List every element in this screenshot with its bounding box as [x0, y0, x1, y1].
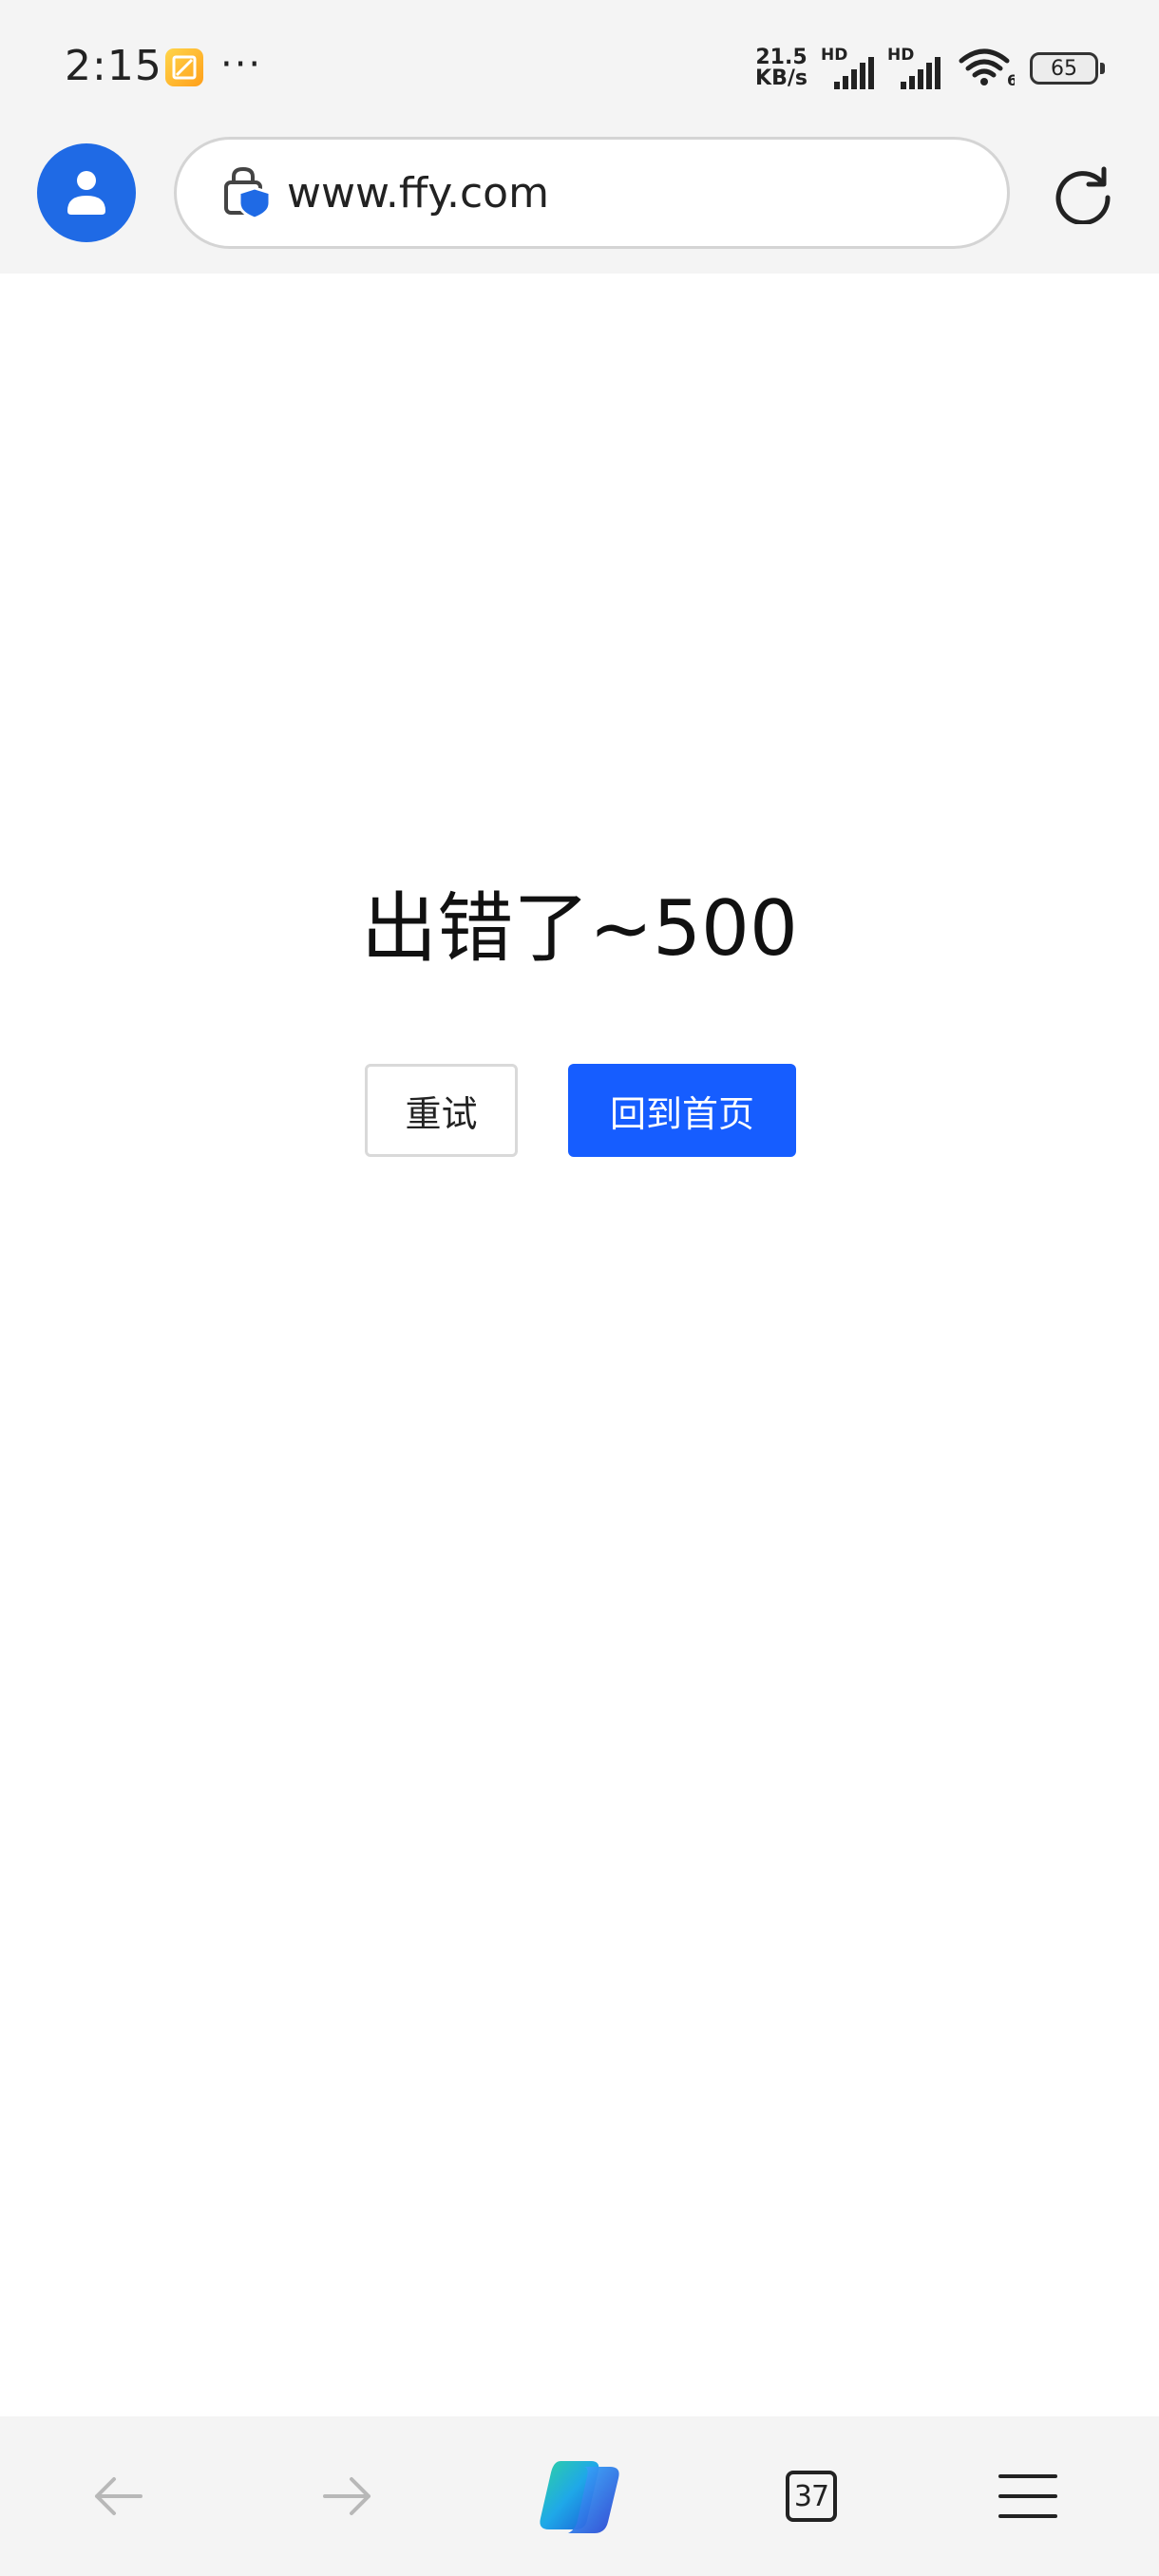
tab-count: 37 — [793, 2479, 829, 2513]
menu-button[interactable] — [978, 2416, 1077, 2576]
error-title: 出错了~500 — [361, 884, 798, 973]
tabs-count-icon: 37 — [786, 2471, 837, 2522]
browser-screen: 2:15 ··· 21.5 KB/s HD HD 6 65 www.ffy.co… — [0, 0, 1159, 2576]
battery-icon: 65 — [1030, 52, 1105, 85]
network-speed: 21.5 KB/s — [755, 47, 808, 89]
arrow-left-icon — [95, 2477, 142, 2515]
status-more-icon: ··· — [220, 43, 263, 86]
secure-lock-shield-icon — [224, 166, 272, 220]
back-to-home-button[interactable]: 回到首页 — [568, 1064, 796, 1157]
tabs-button[interactable]: 37 — [762, 2416, 861, 2576]
wifi-icon: 6 — [958, 46, 1017, 91]
signal-2-icon: HD — [887, 46, 942, 89]
page-content: 出错了~500 重试 回到首页 — [0, 274, 1159, 2416]
battery-level: 65 — [1051, 56, 1077, 81]
retry-button[interactable]: 重试 — [365, 1064, 518, 1157]
forward-button[interactable] — [298, 2416, 397, 2576]
hamburger-menu-icon — [998, 2474, 1057, 2518]
bottom-navigation: 37 — [0, 2416, 1159, 2576]
network-speed-unit: KB/s — [755, 66, 808, 90]
reload-icon — [1055, 166, 1111, 226]
back-button[interactable] — [68, 2416, 167, 2576]
url-text: www.ffy.com — [287, 168, 549, 218]
copilot-button[interactable] — [530, 2416, 629, 2576]
network-speed-value: 21.5 — [755, 46, 808, 69]
arrow-right-icon — [323, 2477, 370, 2515]
person-icon — [67, 171, 105, 215]
reload-button[interactable] — [1053, 163, 1113, 226]
copilot-icon — [540, 2461, 619, 2533]
address-bar: www.ffy.com — [0, 133, 1159, 274]
profile-avatar-button[interactable] — [37, 143, 136, 242]
signal-1-icon: HD — [821, 46, 876, 89]
url-field[interactable]: www.ffy.com — [174, 137, 1010, 249]
status-indicators: 21.5 KB/s HD HD 6 65 — [755, 40, 1105, 97]
status-bar: 2:15 ··· 21.5 KB/s HD HD 6 65 — [0, 0, 1159, 133]
status-time: 2:15 — [65, 42, 162, 90]
notification-app-icon — [163, 47, 205, 88]
wifi-label: 6 — [1007, 71, 1015, 87]
